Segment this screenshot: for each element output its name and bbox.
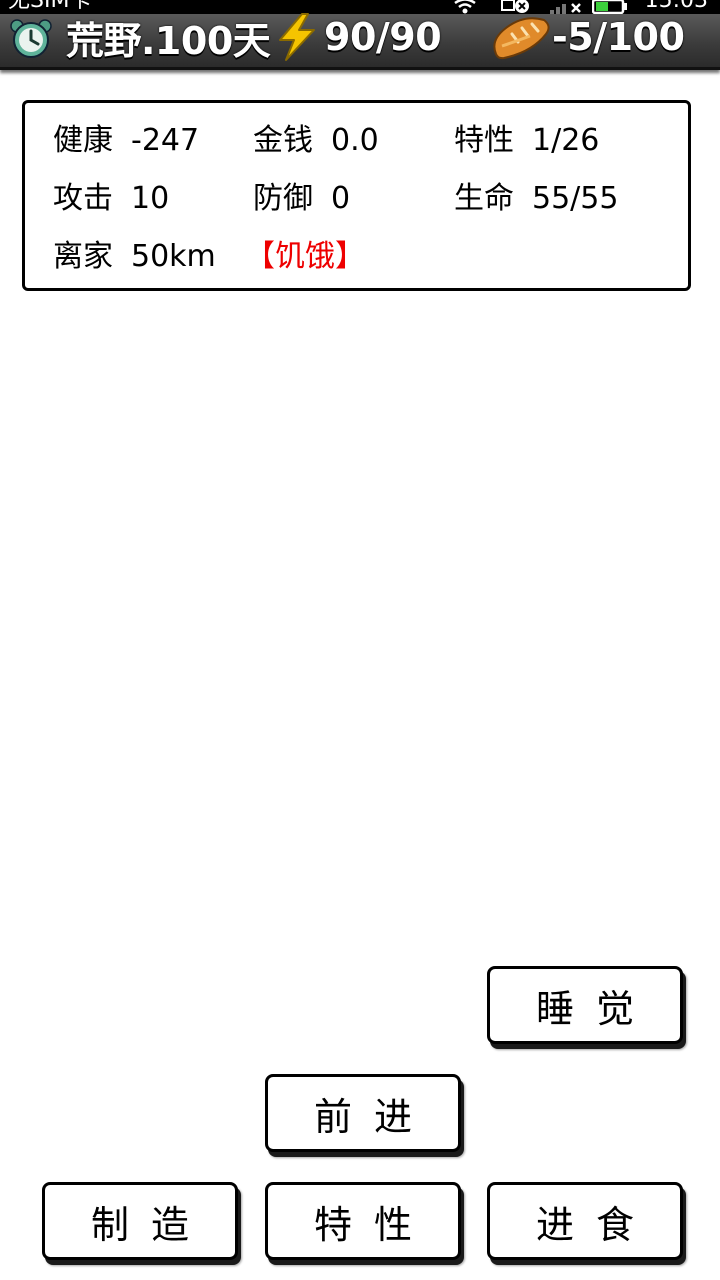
game-title: 荒野.100天 (66, 18, 271, 63)
data-off-icon (501, 0, 529, 13)
wifi-icon (454, 0, 476, 14)
stat-label: 特性 (454, 123, 514, 158)
stat-label: 离家 (53, 239, 113, 274)
stat-value: 10 (131, 181, 170, 216)
stat-label: 生命 (454, 181, 514, 216)
stat-defense: 防御 0 (253, 181, 350, 217)
stat-health: 健康 -247 (53, 123, 199, 159)
stat-label: 防御 (253, 181, 313, 216)
bread-icon (493, 17, 550, 60)
sleep-button[interactable]: 睡觉 (487, 966, 683, 1044)
stat-label: 健康 (53, 123, 113, 158)
stat-value: 55/55 (532, 181, 619, 216)
stat-distance: 离家 50km (53, 239, 216, 275)
craft-button[interactable]: 制造 (42, 1182, 238, 1260)
eat-button[interactable]: 进食 (487, 1182, 683, 1260)
stat-label: 攻击 (53, 181, 113, 216)
advance-button[interactable]: 前进 (265, 1074, 461, 1152)
stat-value: 0 (331, 181, 351, 216)
battery-icon (592, 0, 627, 14)
stat-value: -247 (131, 123, 200, 158)
stat-value: 0.0 (331, 123, 379, 158)
clock-icon (10, 19, 52, 58)
clock-time: 15:03 (644, 0, 708, 13)
stat-value: 50km (131, 239, 216, 274)
stat-attack: 攻击 10 (53, 181, 169, 217)
stat-money: 金钱 0.0 (253, 123, 379, 159)
stat-value: 1/26 (532, 123, 600, 158)
traits-button[interactable]: 特性 (265, 1182, 461, 1260)
stat-label: 金钱 (253, 123, 313, 158)
status-badge: 【饥饿】 (245, 239, 365, 274)
game-header: 荒野.100天 90/90 -5/100 (0, 13, 720, 70)
stat-life: 生命 55/55 (454, 181, 618, 217)
energy-value: 90/90 (324, 15, 442, 59)
signal-icon (550, 3, 581, 14)
stats-panel: 健康 -247 金钱 0.0 特性 1/26 攻击 10 防御 0 生命 55/55 离家 5… (22, 100, 691, 291)
stat-trait: 特性 1/26 (454, 123, 599, 159)
food-value: -5/100 (552, 15, 685, 59)
lightning-icon (279, 13, 315, 61)
